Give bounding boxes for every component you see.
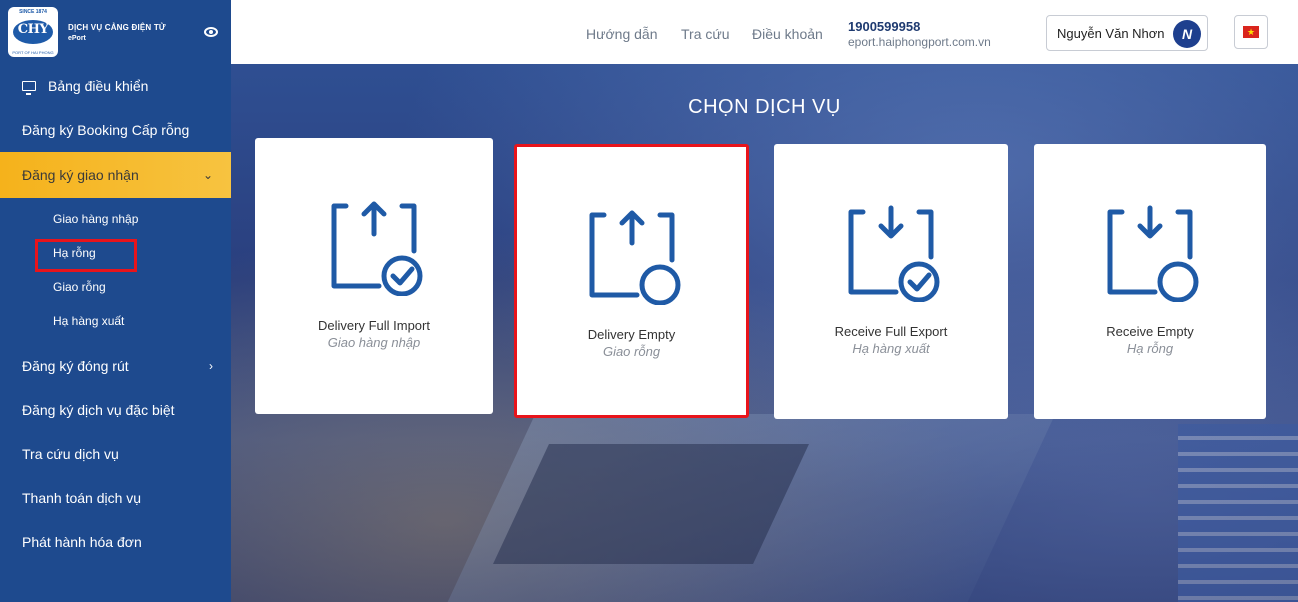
top-header: Hướng dẫn Tra cứu Điều khoản 1900599958 … bbox=[231, 0, 1298, 64]
submenu-item-giao-hang-nhap[interactable]: Giao hàng nhập bbox=[0, 202, 231, 236]
port-background-containers bbox=[1178, 424, 1298, 602]
submenu-item-label: Hạ hàng xuất bbox=[53, 314, 125, 328]
sidebar-item-lookup[interactable]: Tra cứu dịch vụ bbox=[0, 432, 231, 476]
card-subtitle: Giao hàng nhập bbox=[327, 335, 421, 350]
highlight-box bbox=[35, 239, 137, 272]
language-selector[interactable]: ★ bbox=[1234, 15, 1268, 49]
app-subtitle: ePort bbox=[68, 34, 86, 42]
upload-empty-icon bbox=[589, 210, 680, 305]
nav-lookup-link[interactable]: Tra cứu bbox=[681, 26, 730, 42]
logo-mark: CHY bbox=[17, 22, 49, 37]
card-title: Delivery Full Import bbox=[318, 318, 430, 333]
submenu-delivery-receive: Giao hàng nhập Hạ rỗng Giao rỗng Hạ hàng… bbox=[0, 198, 231, 344]
sidebar-item-label: Đăng ký dịch vụ đặc biệt bbox=[22, 402, 175, 418]
contact-info: 1900599958 eport.haiphongport.com.vn bbox=[848, 19, 991, 49]
website-url: eport.haiphongport.com.vn bbox=[848, 35, 991, 49]
card-subtitle: Giao rỗng bbox=[602, 344, 661, 359]
sidebar-toggle-icon[interactable] bbox=[204, 27, 218, 37]
logo-since-text: SINCE 1874 bbox=[19, 9, 47, 15]
service-card-receive-empty[interactable]: Receive Empty Hạ rỗng bbox=[1034, 144, 1266, 419]
service-card-receive-full-export[interactable]: Receive Full Export Hạ hàng xuất bbox=[774, 144, 1008, 419]
service-card-delivery-full-import[interactable]: Delivery Full Import Giao hàng nhập bbox=[255, 138, 493, 414]
sidebar-item-special-service[interactable]: Đăng ký dịch vụ đặc biệt bbox=[0, 388, 231, 432]
submenu-item-label: Giao hàng nhập bbox=[53, 212, 139, 226]
page-title: CHỌN DỊCH VỤ bbox=[688, 96, 841, 118]
sidebar-item-label: Phát hành hóa đơn bbox=[22, 534, 142, 550]
hotline-number: 1900599958 bbox=[848, 19, 921, 34]
sidebar-item-delivery-receive[interactable]: Đăng ký giao nhận ⌄ bbox=[0, 152, 231, 198]
sidebar-item-invoice[interactable]: Phát hành hóa đơn bbox=[0, 520, 231, 564]
sidebar-item-label: Đăng ký giao nhận bbox=[22, 167, 139, 183]
upload-check-icon bbox=[331, 201, 423, 296]
user-menu-button[interactable]: Nguyễn Văn Nhơn N bbox=[1046, 15, 1208, 51]
service-card-delivery-empty[interactable]: Delivery Empty Giao rỗng bbox=[514, 144, 749, 418]
vietnam-flag-icon: ★ bbox=[1243, 26, 1259, 38]
card-title: Delivery Empty bbox=[587, 327, 676, 342]
chevron-right-icon: › bbox=[209, 359, 213, 373]
submenu-item-ha-rong[interactable]: Hạ rỗng bbox=[0, 236, 231, 272]
company-logo[interactable]: SINCE 1874 CHY PORT OF HAI PHONG bbox=[8, 7, 58, 57]
sidebar-menu: Bảng điều khiển Đăng ký Booking Cấp rỗng… bbox=[0, 64, 231, 564]
submenu-item-giao-rong[interactable]: Giao rỗng bbox=[0, 270, 231, 304]
sidebar-item-label: Tra cứu dịch vụ bbox=[22, 446, 119, 462]
sidebar-item-booking-empty[interactable]: Đăng ký Booking Cấp rỗng bbox=[0, 108, 231, 152]
submenu-item-ha-hang-xuat[interactable]: Hạ hàng xuất bbox=[0, 304, 231, 338]
logo-port-text: PORT OF HAI PHONG bbox=[12, 50, 54, 55]
submenu-item-label: Giao rỗng bbox=[53, 280, 106, 294]
sidebar-item-label: Thanh toán dịch vụ bbox=[22, 490, 142, 506]
service-selection-panel: CHỌN DỊCH VỤ Delivery Full Import Giao h… bbox=[231, 64, 1298, 602]
download-empty-icon bbox=[1107, 205, 1199, 302]
nav-terms-link[interactable]: Điều khoản bbox=[752, 26, 823, 42]
sidebar-item-label: Đăng ký Booking Cấp rỗng bbox=[22, 122, 190, 138]
app-title: DỊCH VỤ CẢNG ĐIỆN TỬ bbox=[68, 22, 166, 32]
chevron-down-icon: ⌄ bbox=[202, 168, 213, 182]
card-title: Receive Empty bbox=[1106, 324, 1194, 339]
card-title: Receive Full Export bbox=[834, 324, 948, 339]
download-check-icon bbox=[848, 205, 940, 302]
card-subtitle: Hạ hàng xuất bbox=[852, 341, 930, 356]
sidebar-item-label: Bảng điều khiển bbox=[48, 78, 149, 94]
nav-guide-link[interactable]: Hướng dẫn bbox=[586, 26, 657, 42]
card-subtitle: Hạ rỗng bbox=[1126, 341, 1174, 356]
sidebar-item-stuffing[interactable]: Đăng ký đóng rút › bbox=[0, 344, 231, 388]
user-name: Nguyễn Văn Nhơn bbox=[1057, 25, 1165, 41]
avatar: N bbox=[1173, 20, 1201, 48]
sidebar-item-dashboard[interactable]: Bảng điều khiển bbox=[0, 64, 231, 108]
sidebar: SINCE 1874 CHY PORT OF HAI PHONG DỊCH VỤ… bbox=[0, 0, 231, 602]
sidebar-item-label: Đăng ký đóng rút bbox=[22, 358, 129, 374]
monitor-icon bbox=[22, 81, 36, 95]
logo-area: SINCE 1874 CHY PORT OF HAI PHONG DỊCH VỤ… bbox=[0, 0, 231, 64]
sidebar-item-payment[interactable]: Thanh toán dịch vụ bbox=[0, 476, 231, 520]
